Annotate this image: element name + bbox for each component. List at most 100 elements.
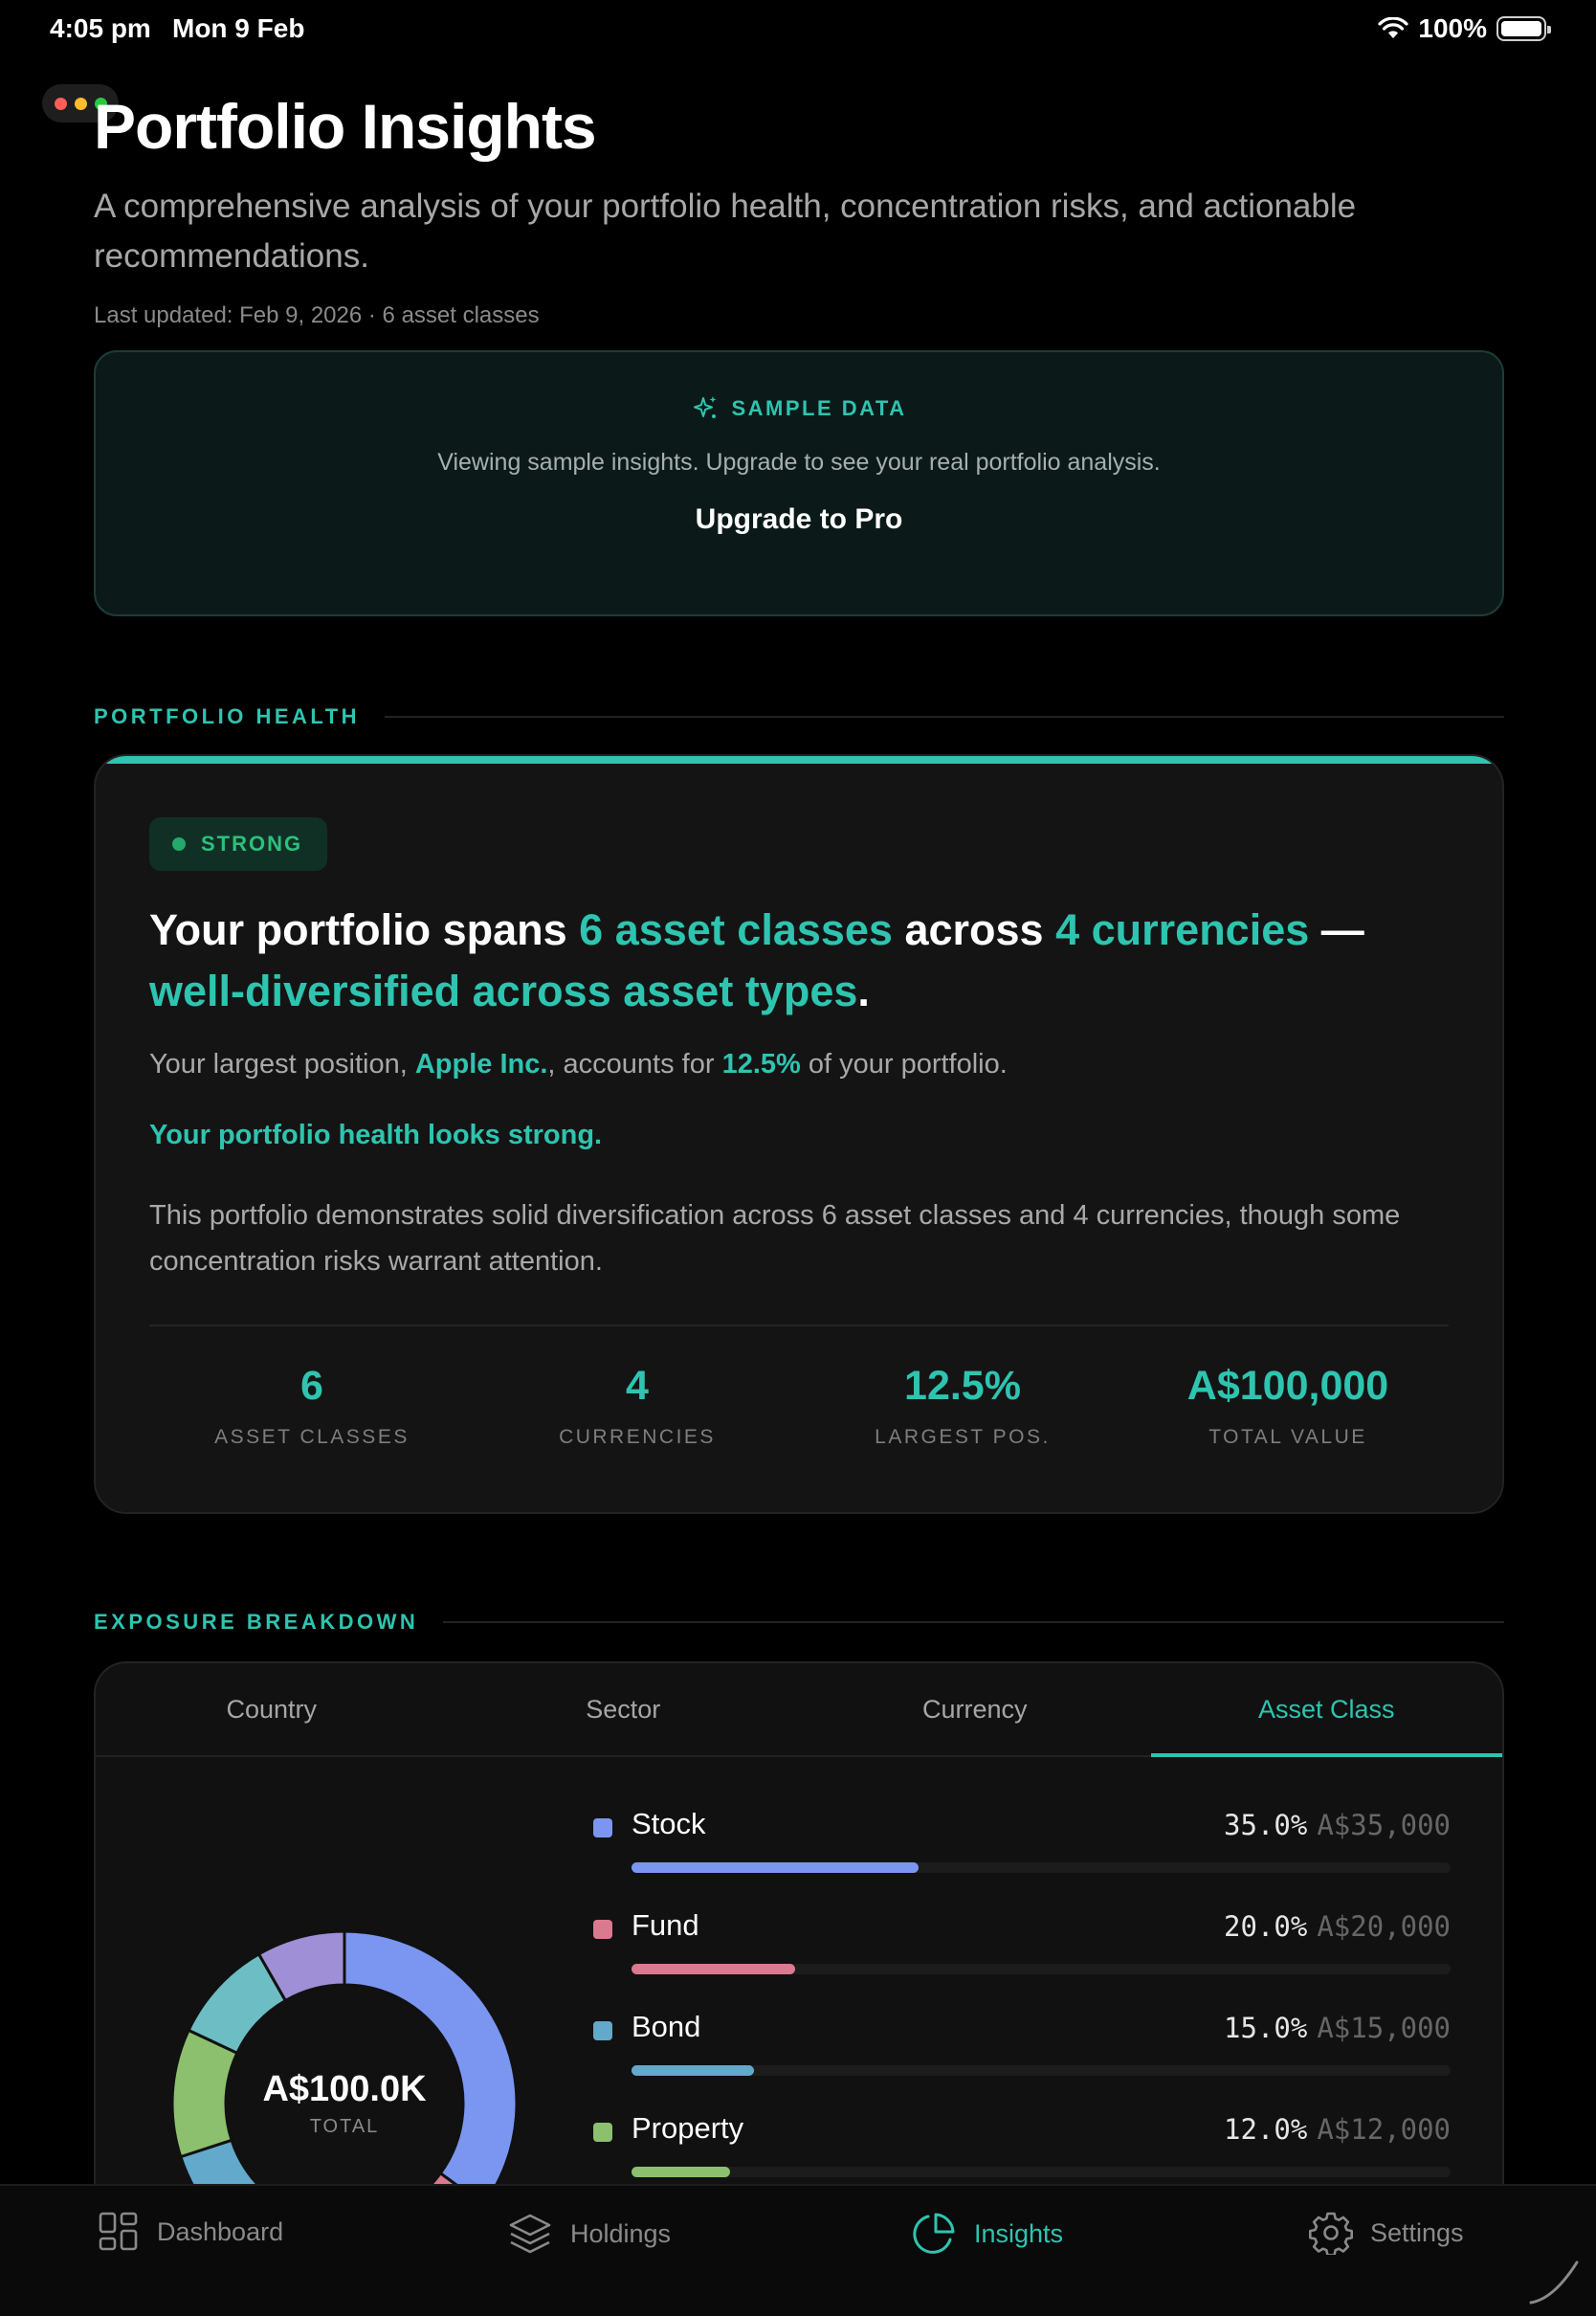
stat-largest-position: 12.5% LARGEST POS. <box>800 1363 1125 1449</box>
portfolio-health-card: STRONG Your portfolio spans 6 asset clas… <box>94 754 1504 1514</box>
legend-name: Fund <box>632 1908 699 1942</box>
legend-values: 35.0% A$35,000 <box>1224 1809 1451 1841</box>
battery-percent: 100% <box>1418 13 1487 43</box>
text: Your largest position, <box>149 1049 415 1080</box>
legend-bar-fill <box>632 1862 919 1873</box>
page-title: Portfolio Insights <box>94 91 597 162</box>
stat-label: ASSET CLASSES <box>214 1426 410 1448</box>
stat-value: A$100,000 <box>1186 1363 1389 1409</box>
resize-handle-icon[interactable] <box>1525 2251 1583 2308</box>
dashboard-icon <box>99 2212 138 2251</box>
legend-row-bond[interactable]: Bond 15.0% A$15,000 <box>593 2010 1451 2111</box>
status-time: 4:05 pm <box>50 13 151 43</box>
asset-class-legend: Stock 35.0% A$35,000 Fund 20.0% A$20,000 B… <box>593 1807 1451 2213</box>
stat-currencies: 4 CURRENCIES <box>475 1363 800 1449</box>
legend-name: Property <box>632 2111 744 2145</box>
sample-data-text: Viewing sample insights. Upgrade to see … <box>437 449 1161 476</box>
legend-swatch <box>593 2021 612 2040</box>
tab-label: Settings <box>1370 2217 1464 2247</box>
largest-position-pct: 12.5% <box>721 1049 801 1080</box>
section-title: PORTFOLIO HEALTH <box>94 704 361 728</box>
legend-amount: A$20,000 <box>1317 1910 1451 1943</box>
tab-label: Holdings <box>570 2218 672 2248</box>
legend-pct: 15.0% <box>1224 2012 1308 2044</box>
largest-position-text: Your largest position, Apple Inc., accou… <box>149 1049 1008 1080</box>
upgrade-button[interactable]: Upgrade to Pro <box>696 503 903 536</box>
legend-swatch <box>593 2123 612 2142</box>
sample-data-banner: SAMPLE DATA Viewing sample insights. Upg… <box>94 350 1504 616</box>
status-bar: 4:05 pm Mon 9 Feb 100% <box>0 0 1596 61</box>
minimize-dot[interactable] <box>74 97 87 110</box>
section-label-exposure-breakdown: EXPOSURE BREAKDOWN <box>94 1610 1504 1635</box>
exposure-tabs: Country Sector Currency Asset Class <box>96 1663 1502 1757</box>
health-headline: Your portfolio spans 6 asset classes acr… <box>149 900 1470 1022</box>
layers-icon <box>509 2214 551 2254</box>
close-dot[interactable] <box>54 97 67 110</box>
legend-pct: 35.0% <box>1224 1809 1308 1841</box>
gear-icon <box>1309 2212 1353 2255</box>
text: , accounts for <box>547 1049 722 1080</box>
legend-amount: A$35,000 <box>1317 1809 1451 1841</box>
section-label-portfolio-health: PORTFOLIO HEALTH <box>94 704 1504 729</box>
legend-row-fund[interactable]: Fund 20.0% A$20,000 <box>593 1908 1451 2010</box>
health-stats: 6 ASSET CLASSES 4 CURRENCIES 12.5% LARGE… <box>149 1363 1452 1449</box>
tab-label: Dashboard <box>157 2216 284 2246</box>
tab-country[interactable]: Country <box>96 1663 448 1755</box>
battery-icon <box>1496 16 1551 41</box>
legend-bar-fill <box>632 1964 796 1974</box>
text: of your portfolio. <box>800 1049 1008 1080</box>
headline-highlight: 6 asset classes <box>579 905 893 954</box>
legend-swatch <box>593 1920 612 1939</box>
legend-swatch <box>593 1818 612 1837</box>
headline-text: Your portfolio spans <box>149 905 580 954</box>
stat-label: TOTAL VALUE <box>1208 1426 1367 1448</box>
status-right: 100% <box>1378 13 1551 44</box>
health-summary: This portfolio demonstrates solid divers… <box>149 1200 1401 1277</box>
legend-row-stock[interactable]: Stock 35.0% A$35,000 <box>593 1807 1451 1908</box>
legend-name: Stock <box>632 1807 706 1840</box>
wifi-icon <box>1378 17 1408 38</box>
headline-highlight: 4 currencies <box>1055 905 1310 954</box>
tab-currency[interactable]: Currency <box>799 1663 1151 1755</box>
pie-chart-icon <box>913 2213 955 2254</box>
legend-bar-fill <box>632 2065 755 2076</box>
tab-holdings[interactable]: Holdings <box>507 2211 671 2257</box>
tab-settings[interactable]: Settings <box>1309 2211 1464 2255</box>
legend-bar-track <box>632 2167 1451 2177</box>
headline-text: — <box>1309 905 1364 954</box>
status-date: Mon 9 Feb <box>172 13 305 43</box>
legend-pct: 12.0% <box>1224 2113 1308 2146</box>
stat-value: 6 <box>300 1363 323 1409</box>
stat-label: LARGEST POS. <box>875 1426 1051 1448</box>
legend-values: 20.0% A$20,000 <box>1224 1910 1451 1943</box>
status-badge-label: STRONG <box>201 832 303 856</box>
headline-text: across <box>892 905 1056 954</box>
page-subtitle: A comprehensive analysis of your portfol… <box>94 188 1357 275</box>
donut-total-label: TOTAL <box>309 2116 380 2137</box>
legend-values: 15.0% A$15,000 <box>1224 2012 1451 2044</box>
sample-data-heading: SAMPLE DATA <box>691 394 906 423</box>
last-updated: Last updated: Feb 9, 2026 · 6 asset clas… <box>94 302 540 328</box>
legend-amount: A$15,000 <box>1317 2012 1451 2044</box>
tab-sector[interactable]: Sector <box>448 1663 800 1755</box>
section-title: EXPOSURE BREAKDOWN <box>94 1610 419 1634</box>
largest-position-name: Apple Inc. <box>414 1049 548 1080</box>
tab-asset-class[interactable]: Asset Class <box>1150 1663 1503 1757</box>
bottom-tab-bar: Dashboard Holdings Insights Settings <box>0 2184 1596 2316</box>
headline-text: . <box>857 967 870 1015</box>
stat-value: 4 <box>626 1363 649 1409</box>
legend-bar-track <box>632 1964 1451 1974</box>
legend-bar-track <box>632 1862 1451 1873</box>
stat-label: CURRENCIES <box>559 1426 716 1448</box>
tab-dashboard[interactable]: Dashboard <box>98 2211 283 2253</box>
sample-data-title: SAMPLE DATA <box>731 396 907 420</box>
health-verdict: Your portfolio health looks strong. <box>149 1120 603 1150</box>
legend-amount: A$12,000 <box>1317 2113 1451 2146</box>
main-content: Portfolio Insights A comprehensive analy… <box>94 84 1504 2236</box>
donut-total: A$100.0K <box>262 2069 427 2109</box>
tab-insights[interactable]: Insights <box>911 2211 1063 2257</box>
status-dot <box>172 837 186 851</box>
card-accent-bar <box>96 756 1502 764</box>
status-badge: STRONG <box>149 817 328 871</box>
stat-total-value: A$100,000 TOTAL VALUE <box>1125 1363 1451 1449</box>
